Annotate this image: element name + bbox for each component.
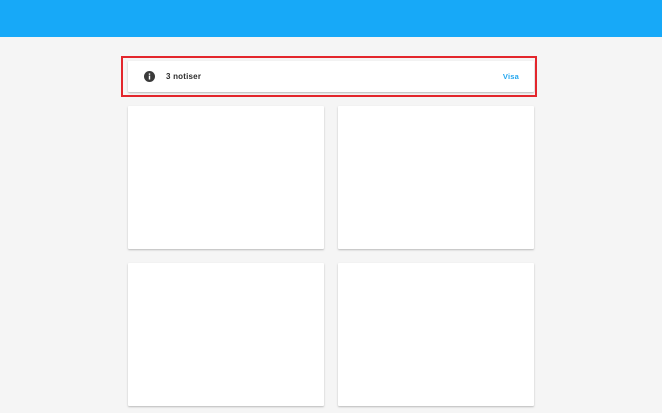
top-app-bar: [0, 0, 662, 37]
content-tile[interactable]: [128, 263, 324, 406]
notification-count-text: 3 notiser: [166, 72, 202, 81]
show-notifications-button[interactable]: Visa: [503, 72, 519, 81]
notification-banner: 3 notiser Visa: [128, 61, 534, 92]
content-tile[interactable]: [338, 106, 534, 249]
content-tile[interactable]: [128, 106, 324, 249]
content-tile[interactable]: [338, 263, 534, 406]
info-icon: [144, 71, 155, 82]
